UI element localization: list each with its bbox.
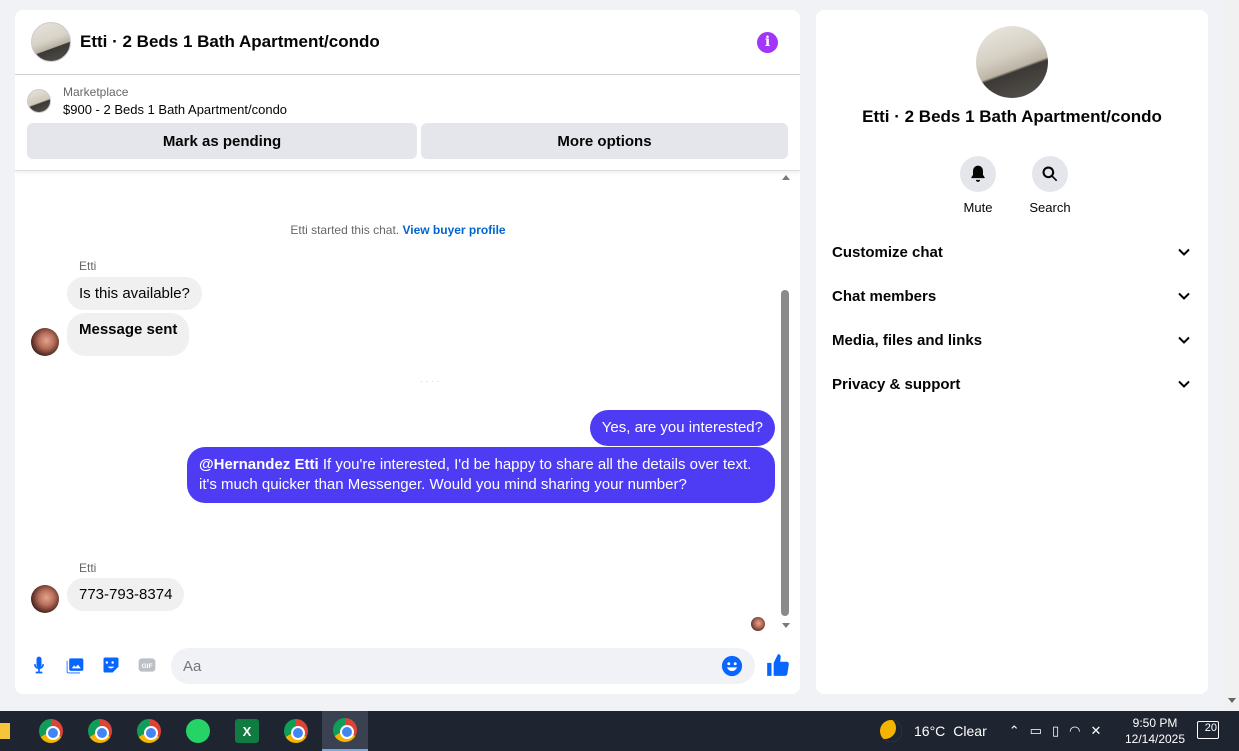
composer: GIF — [15, 646, 800, 684]
taskbar-excel[interactable]: X — [224, 711, 270, 751]
bell-icon — [971, 165, 985, 182]
battery-icon[interactable]: ▯ — [1052, 723, 1059, 739]
section-label: Media, files and links — [832, 331, 983, 349]
wifi-icon[interactable]: ◠ — [1069, 723, 1080, 739]
taskbar-whatsapp[interactable] — [175, 711, 221, 751]
section-label: Privacy & support — [832, 375, 961, 393]
chrome-icon — [137, 719, 161, 743]
file-explorer-icon[interactable] — [0, 723, 10, 739]
system-text: Etti started this chat. — [290, 223, 400, 237]
weather-temp[interactable]: 16°C — [914, 723, 945, 739]
listing-title: $900 - 2 Beds 1 Bath Apartment/condo — [63, 102, 288, 117]
chrome-icon — [39, 719, 63, 743]
taskbar: X 16°C Clear ⌃ ▭ ▯ ◠ ✕ 9:50 PM 12/14/202… — [0, 711, 1239, 751]
whatsapp-icon — [186, 719, 210, 743]
chevron-down-icon — [1178, 292, 1190, 300]
search-icon — [1042, 166, 1058, 182]
chat-header: Etti · 2 Beds 1 Bath Apartment/condo i — [15, 10, 800, 75]
taskbar-chrome-active[interactable] — [322, 711, 368, 751]
speaker-muted-icon[interactable]: ✕ — [1090, 723, 1101, 739]
system-message: Etti started this chat. View buyer profi… — [15, 223, 781, 237]
sender-avatar[interactable] — [31, 328, 59, 356]
section-label: Customize chat — [832, 243, 943, 261]
customize-chat-section[interactable]: Customize chat — [816, 230, 1208, 274]
divider: · · · · — [420, 376, 440, 386]
marketplace-label: Marketplace — [63, 85, 129, 99]
gif-icon[interactable]: GIF — [135, 653, 159, 677]
meet-icon[interactable]: ▭ — [1030, 723, 1042, 739]
scroll-down-arrow[interactable] — [782, 623, 790, 628]
details-panel: Etti · 2 Beds 1 Bath Apartment/condo Mut… — [816, 10, 1208, 694]
scrollbar[interactable] — [781, 171, 794, 628]
message-input[interactable] — [183, 657, 721, 675]
chat-members-section[interactable]: Chat members — [816, 274, 1208, 318]
microphone-icon[interactable] — [27, 653, 51, 677]
mute-label: Mute — [963, 200, 993, 215]
svg-text:GIF: GIF — [141, 663, 152, 670]
weather-desc[interactable]: Clear — [953, 723, 986, 739]
chat-panel: Etti · 2 Beds 1 Bath Apartment/condo i M… — [15, 10, 800, 694]
chrome-icon — [88, 719, 112, 743]
scroll-up-arrow[interactable] — [782, 175, 790, 180]
sender-avatar[interactable] — [31, 585, 59, 613]
search-label: Search — [1029, 200, 1071, 215]
read-receipt-avatar — [751, 617, 765, 631]
system-tray: 16°C Clear ⌃ ▭ ▯ ◠ ✕ — [880, 711, 1106, 751]
incoming-message[interactable]: Message sent — [67, 313, 190, 356]
mute-button[interactable]: Mute — [956, 156, 1000, 215]
media-files-links-section[interactable]: Media, files and links — [816, 318, 1208, 362]
taskbar-chrome-profile-c[interactable] — [273, 711, 319, 751]
chat-avatar[interactable] — [31, 22, 71, 62]
emoji-icon[interactable] — [721, 655, 743, 677]
details-avatar[interactable] — [976, 26, 1048, 98]
details-title: Etti · 2 Beds 1 Bath Apartment/condo — [862, 107, 1162, 126]
search-button[interactable]: Search — [1028, 156, 1072, 215]
message-list: Etti started this chat. View buyer profi… — [15, 171, 800, 641]
section-label: Chat members — [832, 287, 937, 305]
sender-name: Etti — [79, 259, 97, 273]
chrome-icon — [333, 718, 357, 742]
chat-title[interactable]: Etti · 2 Beds 1 Bath Apartment/condo — [80, 32, 757, 52]
clock[interactable]: 9:50 PM 12/14/2025 — [1122, 715, 1188, 747]
incoming-message[interactable]: 773-793-8374 — [67, 578, 185, 611]
message-input-wrapper[interactable] — [171, 648, 755, 684]
time: 9:50 PM — [1132, 716, 1178, 730]
mark-as-pending-button[interactable]: Mark as pending — [27, 123, 417, 159]
moon-icon[interactable] — [880, 720, 902, 742]
marketplace-bar: Marketplace $900 - 2 Beds 1 Bath Apartme… — [15, 75, 800, 171]
photo-icon[interactable] — [63, 653, 87, 677]
chevron-up-icon[interactable]: ⌃ — [1009, 723, 1020, 739]
chrome-icon — [284, 719, 308, 743]
incoming-message[interactable]: Is this available? — [67, 277, 202, 310]
chevron-down-icon — [1178, 248, 1190, 256]
details-sections: Customize chat Chat members Media, files… — [816, 230, 1208, 406]
page-scrollbar[interactable] — [1224, 0, 1239, 711]
scroll-down-arrow[interactable] — [1228, 698, 1236, 703]
taskbar-chrome-profile-b[interactable] — [77, 711, 123, 751]
listing-thumbnail — [27, 89, 51, 113]
view-buyer-profile-link[interactable]: View buyer profile — [402, 223, 505, 237]
sticker-icon[interactable] — [99, 653, 123, 677]
date: 12/14/2025 — [1124, 732, 1186, 746]
taskbar-chrome[interactable] — [126, 711, 172, 751]
chevron-down-icon — [1178, 336, 1190, 344]
notification-icon[interactable]: 20 — [1197, 721, 1219, 739]
privacy-support-section[interactable]: Privacy & support — [816, 362, 1208, 406]
excel-icon: X — [235, 719, 259, 743]
info-icon[interactable]: i — [757, 31, 778, 53]
mention[interactable]: @Hernandez Etti — [199, 456, 319, 473]
scroll-thumb[interactable] — [781, 290, 789, 616]
taskbar-chrome-profile-a[interactable] — [28, 711, 74, 751]
outgoing-message[interactable]: Yes, are you interested? — [589, 410, 775, 446]
listing-row[interactable]: Marketplace $900 - 2 Beds 1 Bath Apartme… — [27, 85, 788, 117]
sender-name: Etti — [79, 561, 97, 575]
chevron-down-icon — [1178, 380, 1190, 388]
more-options-button[interactable]: More options — [421, 123, 788, 159]
outgoing-message[interactable]: @Hernandez Etti If you're interested, I'… — [187, 447, 775, 503]
like-icon[interactable] — [765, 652, 791, 678]
